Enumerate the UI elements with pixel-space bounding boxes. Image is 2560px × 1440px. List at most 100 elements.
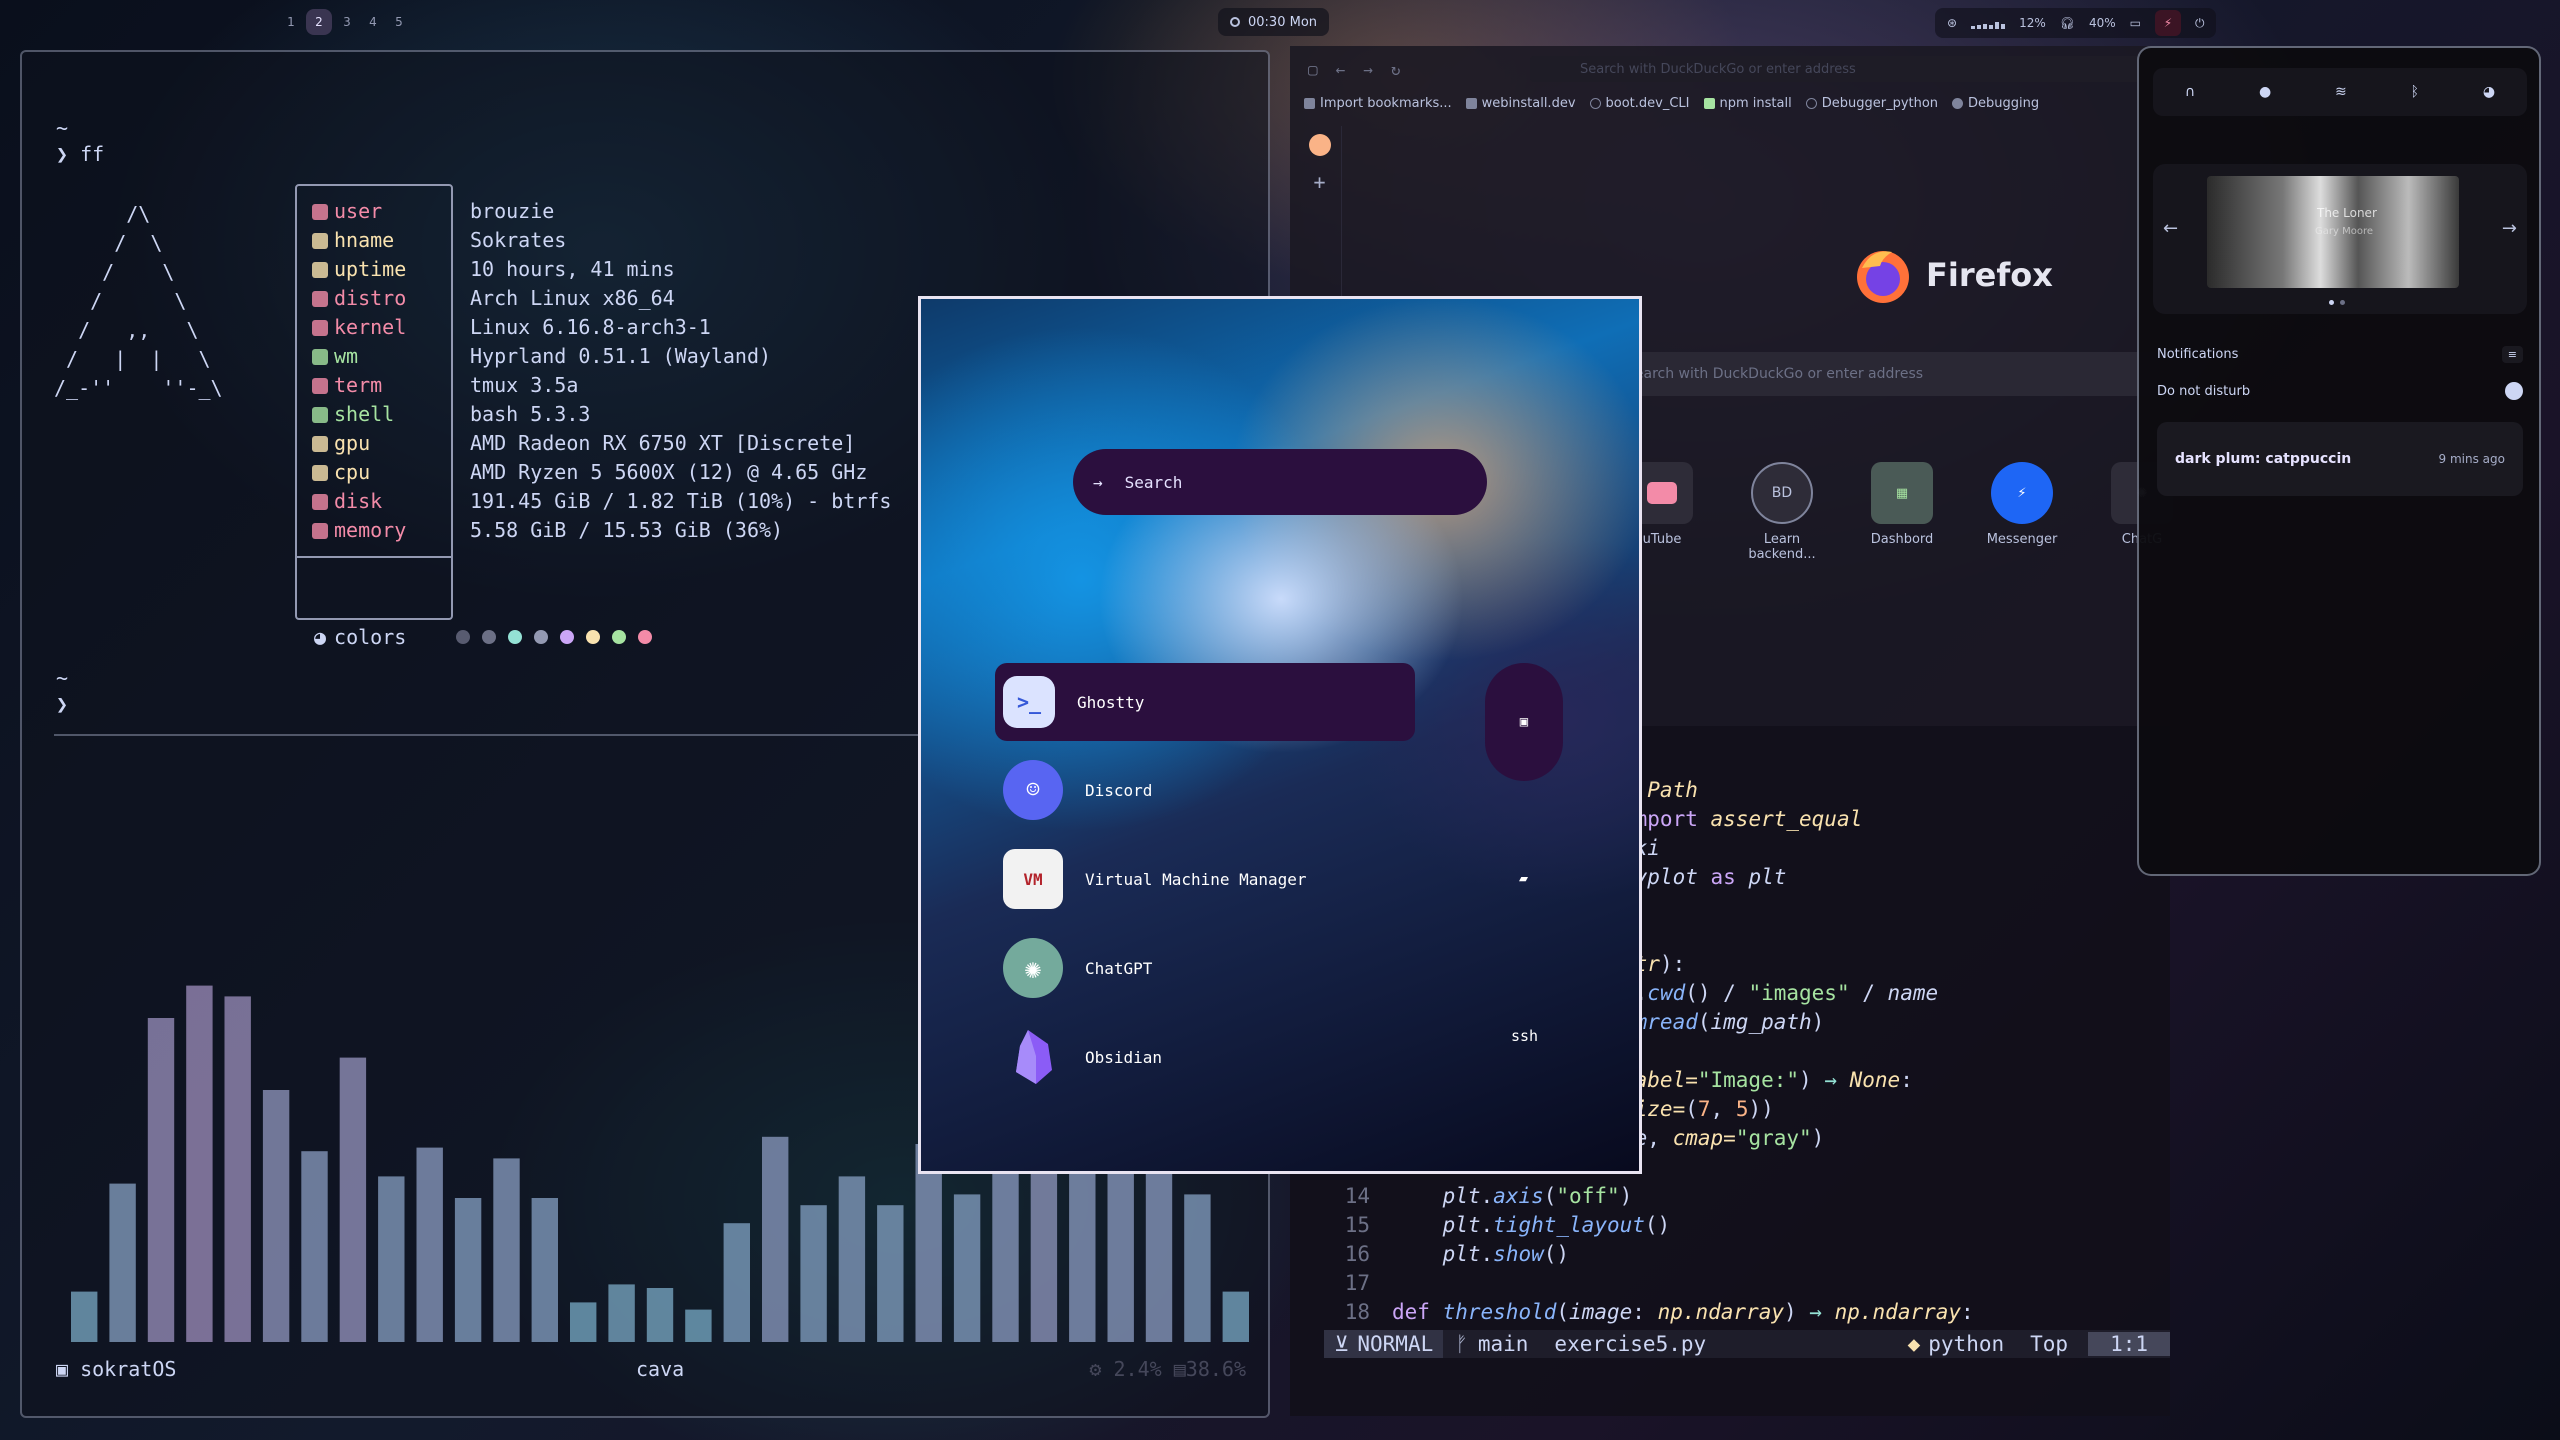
app-launcher: → Search >_ Ghostty ☺ Discord VM Virtual… — [918, 296, 1642, 1174]
fastfetch-value-shell: bash 5.3.3 — [470, 402, 591, 426]
cpu-graph — [1971, 17, 2006, 29]
notifications-label: Notifications — [2157, 347, 2239, 362]
sidebar-toggle-icon[interactable]: ▢ — [1308, 60, 1318, 79]
line-text: plt.tight_layout() — [1442, 1213, 1671, 1237]
add-icon[interactable]: + — [1298, 170, 1341, 194]
workspace-2[interactable]: 2 — [306, 9, 332, 35]
memory-icon — [312, 522, 328, 539]
fastfetch-key-label: gpu — [334, 431, 371, 455]
next-icon[interactable]: → — [2502, 218, 2517, 239]
sys-cpu: 2.4% — [1113, 1357, 1162, 1381]
newtab-search[interactable]: Search with DuckDuckGo or enter address — [1620, 352, 2160, 396]
launcher-search[interactable]: → Search — [1073, 449, 1487, 515]
cursor-position: 1:1 — [2088, 1332, 2170, 1356]
workspace-3[interactable]: 3 — [336, 9, 358, 35]
launcher-side-button[interactable]: ▣ — [1485, 663, 1563, 781]
app-item-ghostty[interactable]: >_ Ghostty — [995, 663, 1415, 741]
bluetooth-icon[interactable]: ᛒ — [2411, 84, 2419, 100]
power-profile-icon[interactable]: ⚡︎ — [2154, 10, 2181, 36]
fastfetch-value-uptime: 10 hours, 41 mins — [470, 257, 675, 281]
cpu-icon — [312, 464, 328, 481]
fastfetch-key-label: distro — [334, 286, 407, 310]
cava-bar — [608, 1284, 635, 1342]
notification-title: dark plum: catppuccin — [2175, 451, 2352, 467]
notification-card[interactable]: dark plum: catppuccin 9 mins ago — [2157, 422, 2523, 496]
bookmark-item[interactable]: Debugging — [1952, 96, 2039, 111]
line-text: h.cwd() / "images" / name — [1622, 981, 1939, 1005]
track-artist: Gary Moore — [2315, 226, 2373, 237]
address-bar[interactable]: Search with DuckDuckGo or enter address — [1530, 56, 2170, 82]
session-name: sokratOS — [80, 1357, 177, 1381]
wm-icon — [312, 348, 328, 365]
cava-bar — [685, 1309, 712, 1342]
previous-icon[interactable]: ← — [2163, 218, 2178, 239]
clock[interactable]: 00:30 Mon — [1218, 8, 1330, 36]
terminal-icon: ▣ — [56, 1357, 69, 1381]
app-item-obsidian[interactable]: Obsidian — [995, 1018, 1415, 1096]
cava-bar — [646, 1288, 674, 1342]
microphone-icon[interactable]: ● — [2259, 84, 2271, 100]
firefox-icon[interactable] — [1308, 134, 1331, 156]
wifi-icon[interactable]: ≋ — [2335, 84, 2347, 100]
line-text: imread(img_path) — [1622, 1010, 1825, 1034]
top-site-learn-backend[interactable]: BD Learn backend... — [1740, 462, 1824, 562]
workspace-5[interactable]: 5 — [388, 9, 410, 35]
bookmark-item[interactable]: boot.dev_CLI — [1589, 96, 1690, 111]
cava-bar — [531, 1198, 558, 1342]
headphones-icon[interactable]: 🎧︎ — [2060, 16, 2075, 30]
vim-icon: ⊻ — [1334, 1332, 1350, 1356]
workspace-1[interactable]: 1 — [280, 9, 302, 35]
monitor-icon[interactable]: ▭ — [2130, 16, 2141, 30]
notifications-header: Notifications ≡ — [2157, 346, 2523, 363]
fastfetch-key-label: kernel — [334, 315, 407, 339]
workspace-4[interactable]: 4 — [362, 9, 384, 35]
bookmarks-bar: Import bookmarks... webinstall.dev boot.… — [1304, 96, 2039, 111]
cava-bar — [416, 1147, 443, 1342]
fastfetch-key-hname: hname — [312, 226, 406, 255]
distro-icon — [312, 290, 328, 307]
top-site-messenger[interactable]: ⚡︎ Messenger — [1980, 462, 2064, 562]
cava-bar — [109, 1183, 136, 1342]
app-item-virt-manager[interactable]: VM Virtual Machine Manager — [995, 840, 1415, 918]
cava-bar — [877, 1205, 904, 1342]
user-icon — [312, 203, 328, 220]
bookmark-item[interactable]: Import bookmarks... — [1304, 96, 1452, 111]
fastfetch-keys: user hname uptime distro kernel wm term shell gp… — [312, 197, 406, 545]
headphones-icon[interactable]: ∩ — [2185, 84, 2195, 100]
system-stats: ⚙ 2.4% ▤38.6% — [1089, 1357, 1246, 1381]
clear-notifications-icon[interactable]: ≡ — [2501, 346, 2523, 363]
app-label: ChatGPT — [1085, 958, 1153, 978]
cava-bar — [953, 1194, 981, 1342]
bookmark-item[interactable]: webinstall.dev — [1465, 96, 1576, 111]
prompt-line: ❯ ff — [56, 142, 104, 166]
reload-icon[interactable]: ↻ — [1391, 60, 1401, 79]
branch-icon: ᚠ — [1455, 1332, 1468, 1356]
power-icon[interactable]: ⏻ — [2195, 16, 2205, 31]
fastfetch-key-gpu: gpu — [312, 429, 406, 458]
fastfetch-value-distro: Arch Linux x86_64 — [470, 286, 675, 310]
file-type: python — [1928, 1332, 2005, 1356]
folder-icon[interactable]: ▰ — [1519, 869, 1528, 887]
dnd-toggle[interactable] — [2505, 382, 2523, 400]
cava-bar — [262, 1090, 290, 1342]
forward-icon[interactable]: → — [1363, 60, 1373, 79]
fastfetch-key-label: term — [334, 373, 383, 397]
palette-icon[interactable]: ◕ — [2483, 84, 2495, 100]
fastfetch-value-hname: Sokrates — [470, 228, 567, 252]
bookmark-item[interactable]: npm install — [1703, 96, 1792, 111]
app-item-discord[interactable]: ☺ Discord — [995, 751, 1415, 829]
bookmark-item[interactable]: Debugger_python — [1805, 96, 1938, 111]
fastfetch-key-label: cpu — [334, 460, 371, 484]
code-line: 17 — [1290, 1269, 1974, 1298]
code-line: 14 plt.axis("off") — [1290, 1182, 1974, 1211]
app-item-chatgpt[interactable]: ✺ ChatGPT — [995, 929, 1415, 1007]
line-number: 15 — [1344, 1213, 1370, 1237]
cava-bar — [1222, 1291, 1249, 1342]
back-icon[interactable]: ← — [1336, 60, 1346, 79]
line-text: label="Image:") → None: — [1622, 1068, 1913, 1092]
ssh-label[interactable]: ssh — [1511, 1027, 1538, 1045]
fastfetch-value-term: tmux 3.5a — [470, 373, 579, 397]
package-icon: ▣ — [1519, 714, 1529, 730]
volume-level[interactable]: 40% — [2089, 16, 2116, 30]
top-site-dashbord[interactable]: ▦ Dashbord — [1860, 462, 1944, 562]
